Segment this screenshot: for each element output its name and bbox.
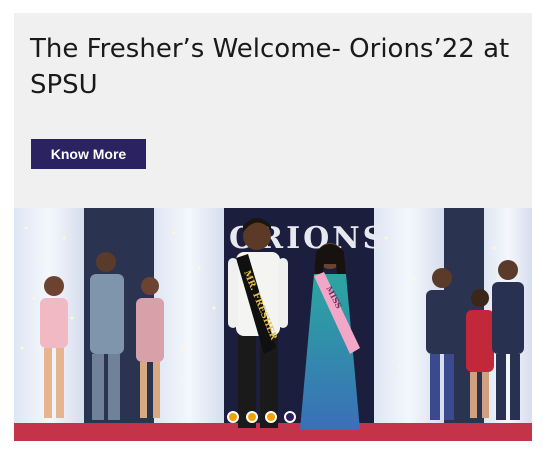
know-more-button[interactable]: Know More [31,139,146,169]
carousel-dot-4[interactable] [284,411,296,423]
carousel-dot-2[interactable] [246,411,258,423]
carousel-dot-1[interactable] [227,411,239,423]
carousel-pagination [227,411,296,423]
event-banner-card: The Fresher’s Welcome- Orions’22 at SPSU… [14,13,532,441]
carousel-dot-3[interactable] [265,411,277,423]
event-photo: ORIONS MR. FRESHER MISS [14,208,532,441]
banner-title: The Fresher’s Welcome- Orions’22 at SPSU [30,34,510,100]
